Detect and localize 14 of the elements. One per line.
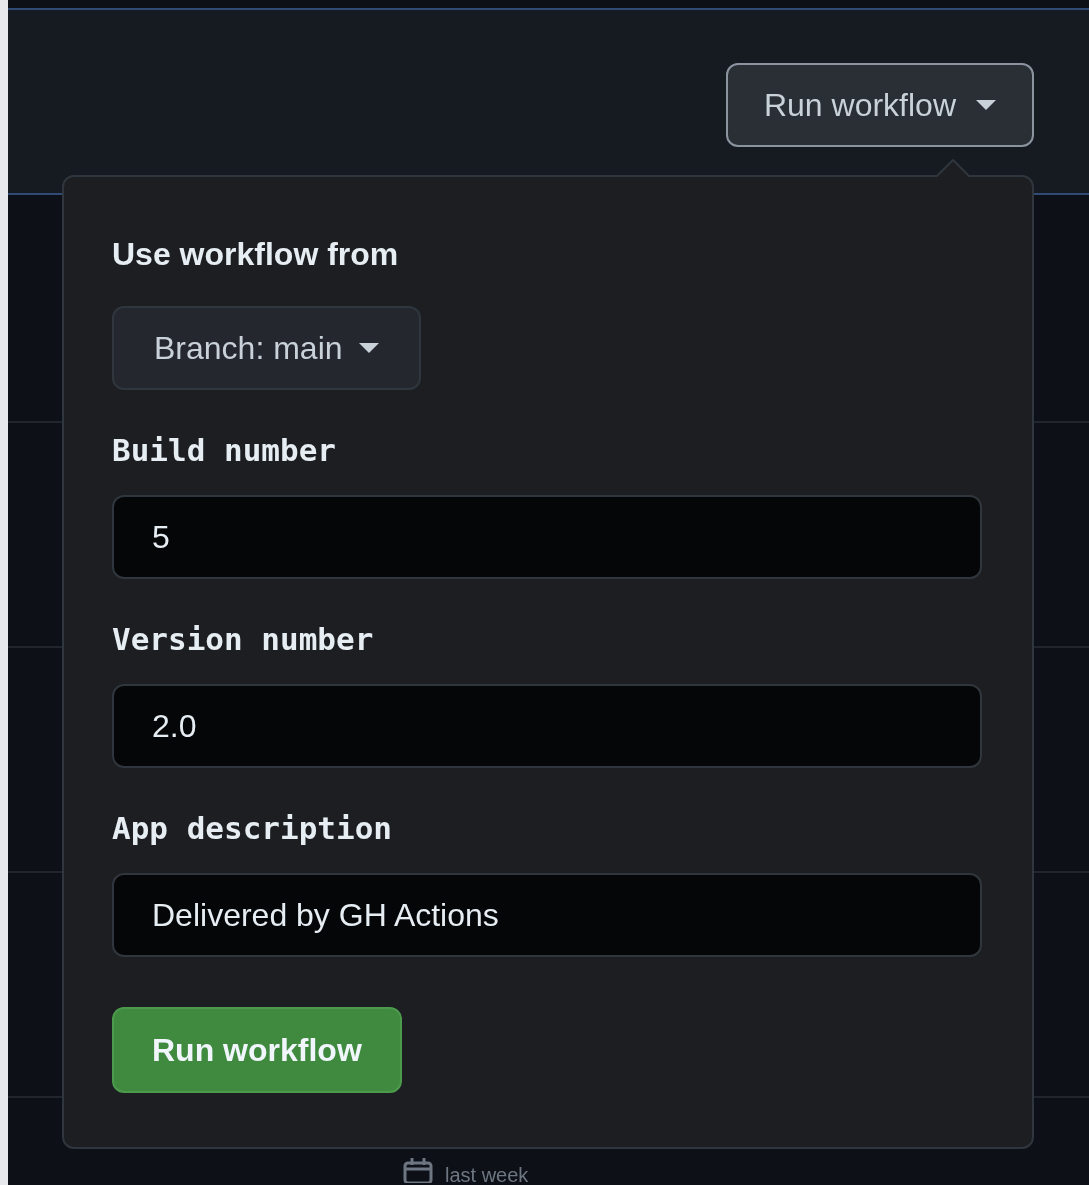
run-workflow-submit-button[interactable]: Run workflow — [112, 1007, 402, 1093]
time-label: last week — [445, 1165, 529, 1185]
run-workflow-button[interactable]: Run workflow — [725, 63, 1034, 147]
field-label: Build number — [112, 431, 337, 470]
input-field[interactable]: Delivered by GH Actions — [112, 873, 982, 957]
input-field[interactable]: 5 — [112, 495, 982, 579]
calendar-icon — [403, 1157, 433, 1183]
branch-select-button[interactable]: Branch: main — [112, 306, 421, 390]
section-title: Use workflow from — [112, 235, 400, 274]
caret-icon — [358, 343, 379, 353]
input-field[interactable]: 2.0 — [112, 684, 982, 768]
caret-icon — [976, 100, 996, 110]
field-label: App description — [112, 809, 393, 848]
field-label: Version number — [112, 620, 375, 659]
